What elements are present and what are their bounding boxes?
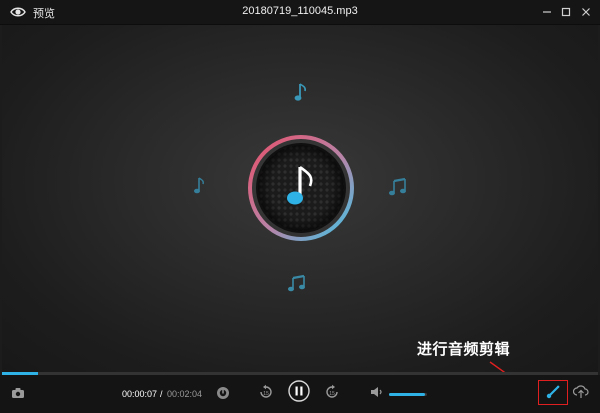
speed-icon [216,386,230,405]
screenshot-button[interactable] [9,387,27,403]
speed-button[interactable] [214,386,232,404]
svg-text:15: 15 [329,391,335,397]
floating-note-icon [286,273,310,298]
app-title: 预览 [33,8,55,20]
audio-edit-highlight-box [538,380,568,405]
floating-note-icon [387,177,411,202]
music-disc-icon [246,133,356,243]
volume-icon [370,385,384,403]
rewind-15-button[interactable]: 15 [256,384,276,404]
volume-button[interactable] [368,386,386,402]
export-button[interactable] [571,384,591,404]
title-bar: 预览 20180719_110045.mp3 [0,0,600,25]
annotation-label: 进行音频剪辑 [417,340,511,358]
camera-icon [11,386,25,404]
minimize-button[interactable] [538,3,556,21]
volume-slider[interactable] [389,393,427,396]
svg-text:15: 15 [263,391,269,397]
forward-15-button[interactable]: 15 [322,384,342,404]
pause-icon [288,379,310,407]
time-separator: / [160,389,163,399]
file-title: 20180719_110045.mp3 [242,5,358,17]
audio-visualization: 进行音频剪辑 [2,25,598,372]
maximize-button[interactable] [557,3,575,21]
close-icon [581,7,591,17]
forward-15-icon: 15 [324,384,340,405]
eye-icon [10,5,26,19]
control-bar: 00:00:07 / 00:02:04 15 15 [0,375,600,413]
current-time: 00:00:07 [122,389,158,399]
total-time: 00:02:04 [167,389,203,399]
annotation-arrow-icon [482,358,562,372]
floating-note-icon [192,175,206,202]
maximize-icon [561,7,571,17]
volume-slider-fill [389,393,426,396]
floating-note-icon [294,82,308,109]
export-icon [572,384,589,404]
rewind-15-icon: 15 [258,384,274,405]
minimize-icon [542,7,552,17]
close-button[interactable] [577,3,595,21]
pause-button[interactable] [287,379,311,407]
